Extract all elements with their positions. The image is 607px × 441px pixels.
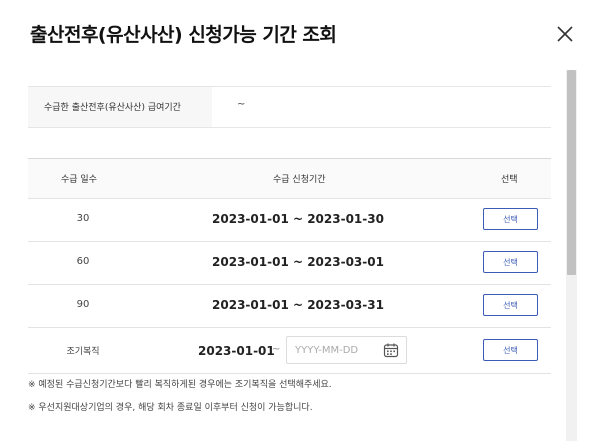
table-row: 30 2023-01-01 ~ 2023-01-30 선택 [28,199,551,242]
dialog-body: 수급한 출산전후(유산사산) 급여기간 ~ 수급 일수 수급 신청기간 선택 3… [28,70,568,441]
row-period: 2023-01-01 ~ 2023-03-31 [212,298,384,312]
early-return-label: 조기복직 [66,347,100,357]
dialog-header: 출산전후(유산사산) 신청가능 기간 조회 [0,0,607,70]
period-table: 수급 일수 수급 신청기간 선택 30 2023-01-01 ~ 2023-01… [28,158,551,374]
close-button[interactable] [553,22,577,46]
received-period-cell: ~ [212,87,551,127]
select-button-early-return[interactable]: 선택 [483,339,538,361]
header-period: 수급 신청기간 [273,175,326,185]
row-period: 2023-01-01 ~ 2023-01-30 [212,212,384,226]
note-early-return: ※ 예정된 수급신청기간보다 빨리 복직하게된 경우에는 조기복직을 선택해주세… [28,380,332,390]
select-button-90[interactable]: 선택 [483,294,538,316]
received-period-label: 수급한 출산전후(유산사산) 급여기간 [44,103,181,113]
select-button-30[interactable]: 선택 [483,208,538,230]
row-days: 90 [76,299,90,310]
end-date-input[interactable] [287,337,387,363]
row-days: 60 [76,256,90,267]
dialog-title: 출산전후(유산사산) 신청가능 기간 조회 [30,24,337,46]
received-period-value: ~ [237,99,246,110]
header-select: 선택 [501,175,518,185]
row-period: 2023-01-01 ~ 2023-03-01 [212,255,384,269]
row-days: 30 [76,213,90,224]
note-priority-company: ※ 우선지원대상기업의 경우, 해당 회차 종료일 이후부터 신청이 가능합니다… [28,403,313,413]
table-row: 60 2023-01-01 ~ 2023-03-01 선택 [28,242,551,285]
notes: ※ 예정된 수급신청기간보다 빨리 복직하게된 경우에는 조기복직을 선택해주세… [28,377,551,423]
header-days: 수급 일수 [61,175,97,185]
scrollbar-thumb[interactable] [567,70,576,275]
select-button-60[interactable]: 선택 [483,251,538,273]
table-header: 수급 일수 수급 신청기간 선택 [28,159,551,199]
received-period-row: 수급한 출산전후(유산사산) 급여기간 ~ [28,86,551,128]
date-separator: ~ [272,344,281,355]
early-return-start-date: 2023-01-01 [198,344,275,358]
early-return-row: 조기복직 2023-01-01 ~ 선택 [28,328,551,374]
end-date-field [286,336,407,364]
close-icon [557,26,573,42]
table-row: 90 2023-01-01 ~ 2023-03-31 선택 [28,285,551,328]
calendar-icon[interactable] [383,342,399,358]
